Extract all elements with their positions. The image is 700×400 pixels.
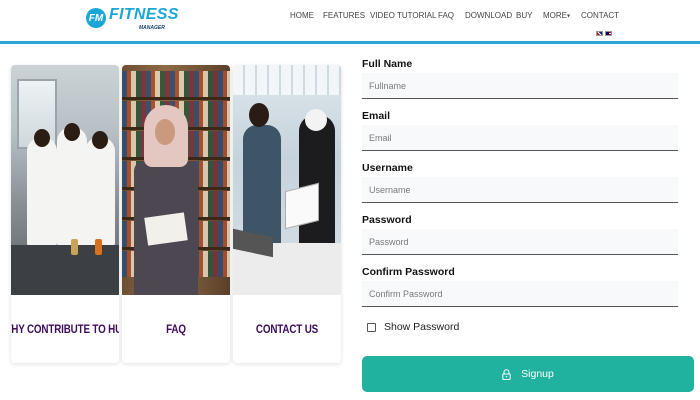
email-input[interactable] xyxy=(362,125,678,151)
lock-icon xyxy=(502,368,511,380)
nav-buy[interactable]: BUY xyxy=(516,11,532,20)
nav-features[interactable]: FEATURES xyxy=(323,11,365,20)
fitness-manager-logo[interactable]: FM FITNESS MANAGER xyxy=(86,6,179,31)
show-password-row[interactable]: Show Password xyxy=(367,321,459,333)
card-faq[interactable]: FAQ xyxy=(122,65,230,363)
logo-text: FITNESS MANAGER xyxy=(109,6,179,31)
password-label: Password xyxy=(362,214,412,226)
library-photo xyxy=(122,65,230,295)
password-input[interactable] xyxy=(362,229,678,255)
confirm-password-input[interactable] xyxy=(362,281,678,307)
card-why-contribute[interactable]: WHY CONTRIBUTE TO HU? xyxy=(11,65,119,363)
nav-home[interactable]: HOME xyxy=(290,11,314,20)
show-password-label: Show Password xyxy=(384,321,460,333)
office-photo xyxy=(233,65,341,295)
card-label: CONTACT US xyxy=(255,322,319,336)
email-label: Email xyxy=(362,110,391,122)
top-header: FM FITNESS MANAGER HOME FEATURES VIDEO T… xyxy=(0,0,700,44)
nav-faq[interactable]: FAQ xyxy=(438,11,454,20)
username-label: Username xyxy=(362,162,413,174)
logo-subtitle: MANAGER xyxy=(139,24,165,31)
logo-title: FITNESS xyxy=(109,5,179,23)
nav-more[interactable]: MORE▾ xyxy=(543,11,570,20)
laboratory-photo xyxy=(11,65,119,295)
card-label: WHY CONTRIBUTE TO HU? xyxy=(11,322,119,336)
confirm-password-label: Confirm Password xyxy=(362,266,455,278)
fullname-label: Full Name xyxy=(362,58,413,70)
logo-badge: FM xyxy=(86,8,106,28)
nav-more-label: MORE xyxy=(543,11,567,20)
signup-label: Signup xyxy=(521,368,554,380)
fullname-input[interactable] xyxy=(362,73,678,99)
nav-download[interactable]: DOWNLOAD xyxy=(465,11,512,20)
caret-down-icon: ▾ xyxy=(567,13,571,20)
username-input[interactable] xyxy=(362,177,678,203)
signup-button[interactable]: Signup xyxy=(362,356,694,392)
card-contact-us[interactable]: CONTACT US xyxy=(233,65,341,363)
nav-contact[interactable]: CONTACT xyxy=(581,11,619,20)
language-switcher xyxy=(596,31,612,36)
show-password-checkbox[interactable] xyxy=(367,322,376,332)
nav-video-tutorial[interactable]: VIDEO TUTORIAL xyxy=(370,11,436,20)
uk-flag-icon[interactable] xyxy=(596,31,603,36)
malaysia-flag-icon[interactable] xyxy=(605,31,612,36)
card-label: FAQ xyxy=(166,322,186,336)
